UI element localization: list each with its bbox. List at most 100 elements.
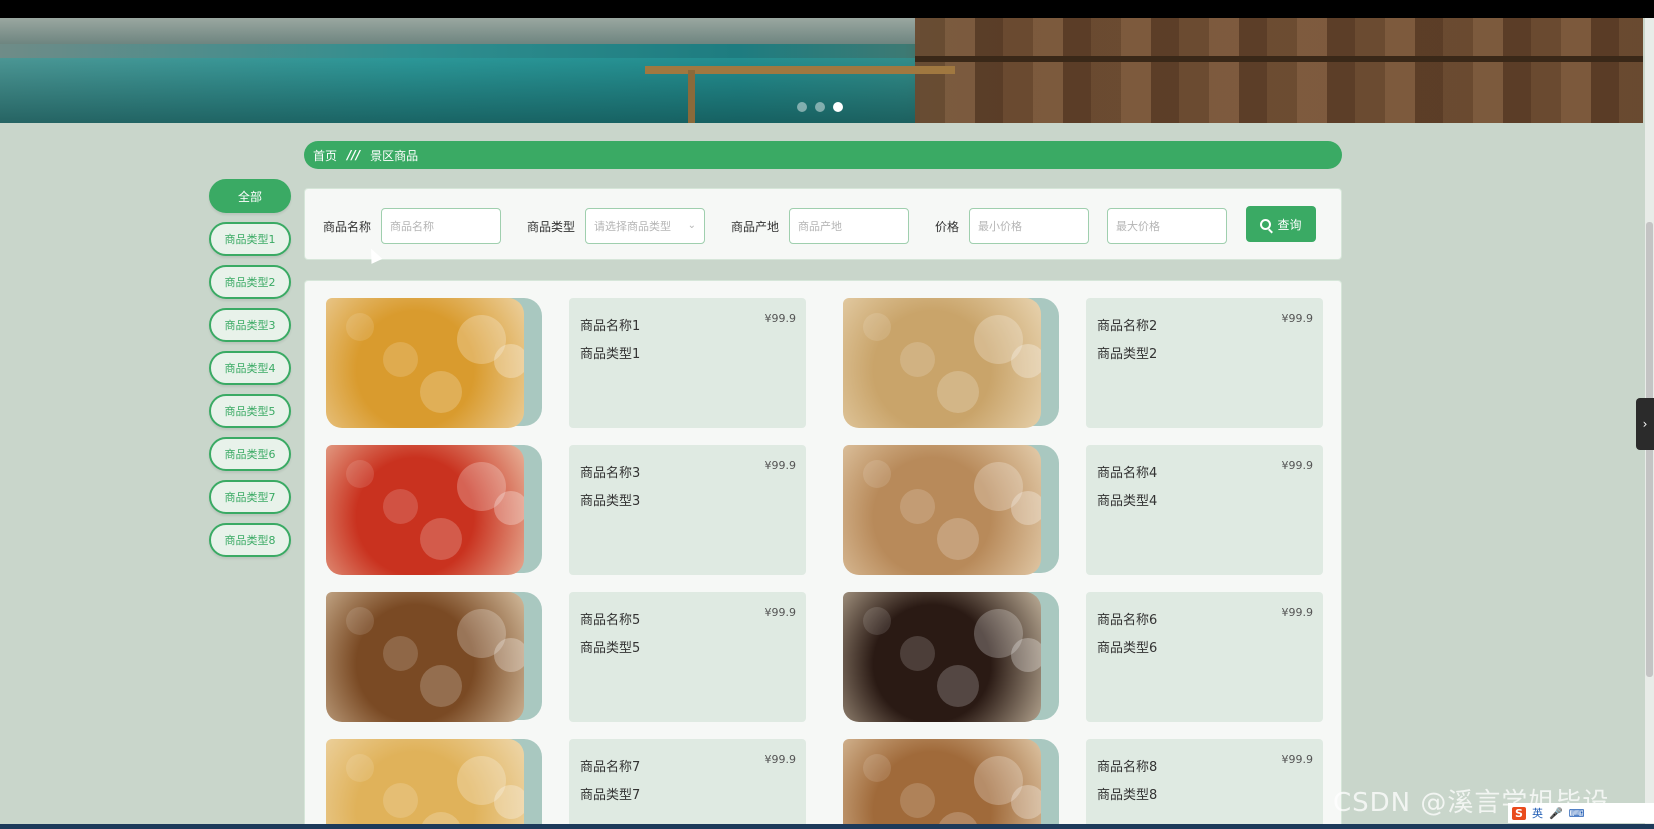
food-item-shape — [383, 342, 418, 377]
product-price: ¥99.9 — [764, 606, 797, 619]
query-button-label: 查询 — [1277, 217, 1302, 232]
banner-post — [688, 70, 695, 123]
product-type: 商品类型6 — [1097, 641, 1158, 656]
food-item-shape — [1011, 491, 1041, 525]
hazelnuts-image[interactable] — [843, 739, 1041, 828]
price-label: 价格 — [935, 220, 960, 234]
product-info[interactable]: 商品名称2 商品类型2 ¥99.9 — [1086, 298, 1323, 428]
food-item-shape — [937, 518, 979, 560]
cashews-image[interactable] — [843, 445, 1041, 575]
product-type: 商品类型1 — [580, 347, 641, 362]
category-button[interactable]: 商品类型1 — [209, 222, 291, 256]
product-info[interactable]: 商品名称4 商品类型4 ¥99.9 — [1086, 445, 1323, 575]
product-image-frame[interactable] — [326, 445, 542, 575]
category-button[interactable]: 商品类型4 — [209, 351, 291, 385]
product-grid: 商品名称1 商品类型1 ¥99.9 商品名称2 商品类型2 ¥99.9 商品名称3 商品类型3… — [304, 280, 1342, 829]
product-card[interactable]: 商品名称8 商品类型8 ¥99.9 — [843, 739, 1341, 828]
chevron-down-icon: ⌄ — [687, 220, 696, 231]
product-image-frame[interactable] — [326, 592, 542, 722]
product-price: ¥99.9 — [1281, 312, 1314, 325]
sesame-brittle-image[interactable] — [843, 298, 1041, 428]
product-info[interactable]: 商品名称1 商品类型1 ¥99.9 — [569, 298, 806, 428]
breadcrumb-current: 景区商品 — [370, 148, 419, 163]
name-input[interactable]: 商品名称 — [381, 208, 501, 244]
roast-duck-image[interactable] — [326, 592, 524, 722]
product-type: 商品类型5 — [580, 641, 641, 656]
keyboard-icon[interactable]: ⌨ — [1569, 807, 1585, 820]
food-item-shape — [420, 518, 462, 560]
category-button[interactable]: 商品类型7 — [209, 480, 291, 514]
origin-input[interactable]: 商品产地 — [789, 208, 909, 244]
product-card[interactable]: 商品名称3 商品类型3 ¥99.9 — [326, 445, 826, 575]
side-panel-toggle[interactable]: › — [1636, 398, 1654, 450]
product-name: 商品名称2 — [1097, 319, 1158, 334]
product-image-frame[interactable] — [843, 445, 1059, 575]
steamed-bun-corn-image[interactable] — [326, 739, 524, 828]
food-item-shape — [900, 783, 935, 818]
chocolate-balls-image[interactable] — [326, 298, 524, 428]
food-item-shape — [383, 489, 418, 524]
food-item-shape — [937, 371, 979, 413]
food-item-shape — [900, 636, 935, 671]
microphone-icon[interactable]: 🎤 — [1549, 807, 1563, 820]
food-item-shape — [420, 665, 462, 707]
category-button[interactable]: 商品类型6 — [209, 437, 291, 471]
breadcrumb: 首页 /// 景区商品 — [304, 141, 1342, 169]
gift-box-snacks-image[interactable] — [326, 445, 524, 575]
food-item-shape — [863, 607, 891, 635]
taskbar — [0, 824, 1654, 829]
product-info[interactable]: 商品名称7 商品类型7 ¥99.9 — [569, 739, 806, 828]
product-image-frame[interactable] — [843, 739, 1059, 828]
product-info[interactable]: 商品名称6 商品类型6 ¥99.9 — [1086, 592, 1323, 722]
product-card[interactable]: 商品名称4 商品类型4 ¥99.9 — [843, 445, 1341, 575]
ime-toolbar[interactable]: S 英 🎤 ⌨ — [1508, 803, 1654, 823]
breadcrumb-home[interactable]: 首页 — [313, 147, 337, 164]
cured-ham-image[interactable] — [843, 592, 1041, 722]
food-item-shape — [346, 313, 374, 341]
category-button[interactable]: 商品类型8 — [209, 523, 291, 557]
food-item-shape — [863, 754, 891, 782]
product-image-frame[interactable] — [326, 739, 542, 828]
product-name: 商品名称7 — [580, 760, 641, 775]
category-button[interactable]: 商品类型3 — [209, 308, 291, 342]
type-select[interactable]: 请选择商品类型 ⌄ — [585, 208, 705, 244]
carousel-dot[interactable] — [797, 102, 807, 112]
product-info[interactable]: 商品名称8 商品类型8 ¥99.9 — [1086, 739, 1323, 828]
banner-wooden-house — [915, 18, 1643, 123]
product-image-frame[interactable] — [843, 592, 1059, 722]
food-item-shape — [346, 607, 374, 635]
product-price: ¥99.9 — [764, 312, 797, 325]
ime-mode[interactable]: 英 — [1532, 805, 1543, 821]
product-card[interactable]: 商品名称6 商品类型6 ¥99.9 — [843, 592, 1341, 722]
carousel-dot-active[interactable] — [833, 102, 843, 112]
food-item-shape — [494, 344, 524, 378]
product-image-frame[interactable] — [326, 298, 542, 428]
max-price-input[interactable]: 最大价格 — [1107, 208, 1227, 244]
query-button[interactable]: 查询 — [1246, 206, 1316, 242]
window-top-bar — [0, 0, 1654, 18]
food-item-shape — [1011, 785, 1041, 819]
banner-hills — [0, 18, 920, 44]
product-name: 商品名称5 — [580, 613, 641, 628]
food-item-shape — [863, 460, 891, 488]
search-panel: 商品名称 商品名称 商品类型 请选择商品类型 ⌄ 商品产地 商品产地 价格 最小… — [304, 188, 1342, 260]
category-button[interactable]: 商品类型2 — [209, 265, 291, 299]
product-card[interactable]: 商品名称1 商品类型1 ¥99.9 — [326, 298, 826, 428]
product-card[interactable]: 商品名称5 商品类型5 ¥99.9 — [326, 592, 826, 722]
product-image-frame[interactable] — [843, 298, 1059, 428]
product-info[interactable]: 商品名称5 商品类型5 ¥99.9 — [569, 592, 806, 722]
carousel-dot[interactable] — [815, 102, 825, 112]
product-price: ¥99.9 — [764, 753, 797, 766]
min-price-input[interactable]: 最小价格 — [969, 208, 1089, 244]
product-card[interactable]: 商品名称7 商品类型7 ¥99.9 — [326, 739, 826, 828]
food-item-shape — [1011, 344, 1041, 378]
product-name: 商品名称8 — [1097, 760, 1158, 775]
product-card[interactable]: 商品名称2 商品类型2 ¥99.9 — [843, 298, 1341, 428]
category-button[interactable]: 商品类型5 — [209, 394, 291, 428]
sogou-icon: S — [1512, 806, 1526, 820]
category-all-button[interactable]: 全部 — [209, 179, 291, 213]
product-name: 商品名称1 — [580, 319, 641, 334]
product-type: 商品类型3 — [580, 494, 641, 509]
product-info[interactable]: 商品名称3 商品类型3 ¥99.9 — [569, 445, 806, 575]
food-item-shape — [863, 313, 891, 341]
